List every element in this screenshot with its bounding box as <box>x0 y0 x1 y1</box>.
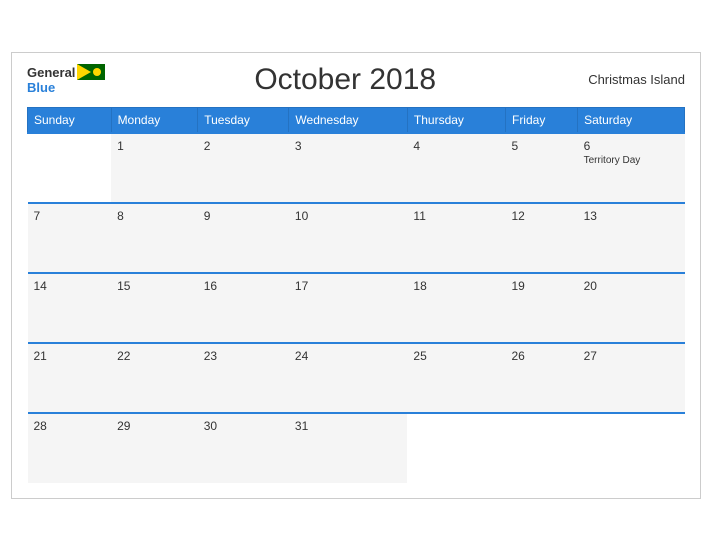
day-number: 20 <box>584 279 679 293</box>
day-number: 30 <box>204 419 283 433</box>
day-number: 29 <box>117 419 192 433</box>
calendar-cell: 10 <box>289 203 408 273</box>
calendar-cell: 26 <box>505 343 577 413</box>
calendar-cell: 11 <box>407 203 505 273</box>
calendar-cell: 4 <box>407 133 505 203</box>
location-label: Christmas Island <box>585 72 685 87</box>
header-thursday: Thursday <box>407 107 505 133</box>
calendar-cell: 12 <box>505 203 577 273</box>
day-number: 15 <box>117 279 192 293</box>
calendar-cell <box>578 413 685 483</box>
day-number: 19 <box>511 279 571 293</box>
calendar-cell: 8 <box>111 203 198 273</box>
calendar-cell: 19 <box>505 273 577 343</box>
day-number: 5 <box>511 139 571 153</box>
calendar-cell: 6 Territory Day <box>578 133 685 203</box>
calendar-cell: 22 <box>111 343 198 413</box>
logo: General Blue <box>27 64 105 95</box>
day-number: 7 <box>34 209 106 223</box>
calendar-cell: 7 <box>28 203 112 273</box>
calendar-cell: 18 <box>407 273 505 343</box>
calendar-cell: 23 <box>198 343 289 413</box>
header-tuesday: Tuesday <box>198 107 289 133</box>
calendar-cell <box>28 133 112 203</box>
calendar-cell: 9 <box>198 203 289 273</box>
day-number: 17 <box>295 279 402 293</box>
day-header-row: Sunday Monday Tuesday Wednesday Thursday… <box>28 107 685 133</box>
day-number: 31 <box>295 419 402 433</box>
logo-flag-icon <box>77 64 105 80</box>
day-number: 18 <box>413 279 499 293</box>
day-number: 26 <box>511 349 571 363</box>
calendar-cell: 13 <box>578 203 685 273</box>
day-number: 16 <box>204 279 283 293</box>
header-wednesday: Wednesday <box>289 107 408 133</box>
logo-general-text: General <box>27 65 75 80</box>
calendar-week-row: 14 15 16 17 18 19 20 <box>28 273 685 343</box>
calendar-cell: 15 <box>111 273 198 343</box>
calendar-week-row: 123456 Territory Day <box>28 133 685 203</box>
calendar-cell: 29 <box>111 413 198 483</box>
day-number: 24 <box>295 349 402 363</box>
calendar-cell: 25 <box>407 343 505 413</box>
day-number: 1 <box>117 139 192 153</box>
month-title: October 2018 <box>105 63 585 97</box>
day-number: 4 <box>413 139 499 153</box>
logo-blue-text: Blue <box>27 80 55 95</box>
calendar-cell <box>407 413 505 483</box>
calendar-week-row: 789 10 11 12 13 <box>28 203 685 273</box>
day-number: 22 <box>117 349 192 363</box>
day-number: 28 <box>34 419 106 433</box>
day-number: 11 <box>413 209 499 223</box>
calendar-cell: 14 <box>28 273 112 343</box>
calendar-container: General Blue October 2018 Christmas Isla… <box>11 52 701 499</box>
day-number: 10 <box>295 209 402 223</box>
day-number: 13 <box>584 209 679 223</box>
calendar-cell: 5 <box>505 133 577 203</box>
calendar-week-row: 28 29 30 31 <box>28 413 685 483</box>
day-number: 21 <box>34 349 106 363</box>
calendar-cell: 30 <box>198 413 289 483</box>
day-number: 2 <box>204 139 283 153</box>
header-saturday: Saturday <box>578 107 685 133</box>
calendar-cell: 17 <box>289 273 408 343</box>
calendar-cell <box>505 413 577 483</box>
calendar-cell: 1 <box>111 133 198 203</box>
day-number: 14 <box>34 279 106 293</box>
header-monday: Monday <box>111 107 198 133</box>
day-number: 25 <box>413 349 499 363</box>
calendar-header: General Blue October 2018 Christmas Isla… <box>27 63 685 97</box>
calendar-cell: 16 <box>198 273 289 343</box>
header-friday: Friday <box>505 107 577 133</box>
day-number: 9 <box>204 209 283 223</box>
day-number: 8 <box>117 209 192 223</box>
day-number: 27 <box>584 349 679 363</box>
calendar-week-row: 21 22 23 24 25 26 27 <box>28 343 685 413</box>
holiday-label: Territory Day <box>584 155 679 166</box>
calendar-cell: 20 <box>578 273 685 343</box>
calendar-cell: 2 <box>198 133 289 203</box>
calendar-cell: 3 <box>289 133 408 203</box>
header-sunday: Sunday <box>28 107 112 133</box>
calendar-cell: 27 <box>578 343 685 413</box>
calendar-cell: 31 <box>289 413 408 483</box>
day-number: 23 <box>204 349 283 363</box>
day-number: 3 <box>295 139 402 153</box>
day-number: 6 <box>584 139 679 153</box>
calendar-grid: Sunday Monday Tuesday Wednesday Thursday… <box>27 107 685 483</box>
calendar-cell: 28 <box>28 413 112 483</box>
calendar-cell: 24 <box>289 343 408 413</box>
day-number: 12 <box>511 209 571 223</box>
calendar-cell: 21 <box>28 343 112 413</box>
